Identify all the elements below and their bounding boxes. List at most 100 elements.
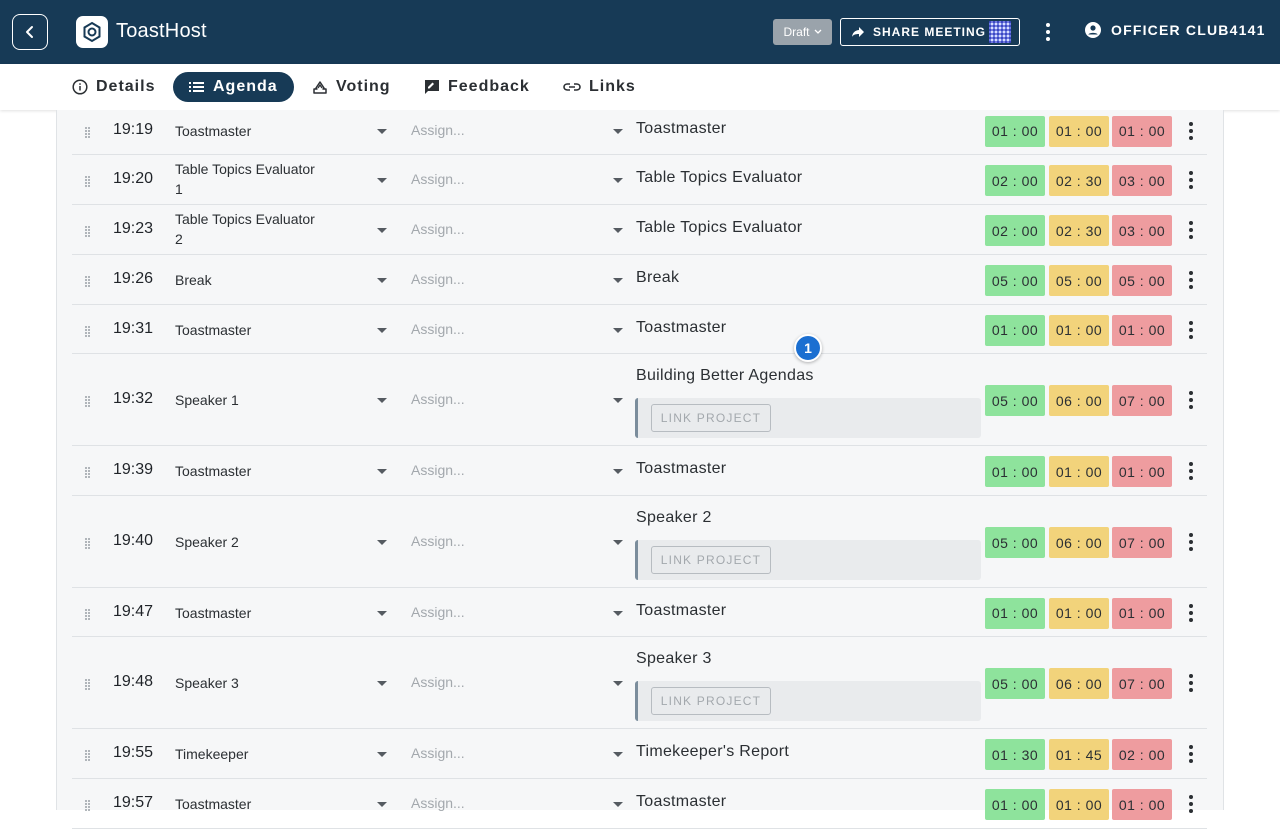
back-button[interactable] (12, 14, 48, 50)
assign-member-select[interactable]: Assign... (411, 321, 465, 337)
drag-handle-icon[interactable] (84, 274, 94, 287)
role-dropdown-arrow-icon[interactable] (377, 398, 387, 403)
link-project-button[interactable]: LINK PROJECT (651, 546, 771, 574)
drag-handle-icon[interactable] (84, 748, 94, 761)
assign-member-select[interactable]: Assign... (411, 604, 465, 620)
drag-handle-icon[interactable] (84, 224, 94, 237)
assign-member-select[interactable]: Assign... (411, 745, 465, 761)
assign-dropdown-arrow-icon[interactable] (613, 128, 623, 134)
row-more-options-icon[interactable] (1186, 320, 1196, 339)
drag-handle-icon[interactable] (84, 677, 94, 690)
role-dropdown-arrow-icon[interactable] (377, 752, 387, 757)
green-time[interactable]: 01 : 00 (985, 789, 1045, 820)
yellow-time[interactable]: 01 : 45 (1049, 739, 1109, 770)
item-title[interactable]: Toastmaster (636, 120, 726, 138)
role-dropdown-arrow-icon[interactable] (377, 128, 387, 134)
drag-handle-icon[interactable] (84, 174, 94, 187)
role-select[interactable]: Toastmaster (175, 461, 325, 481)
row-more-options-icon[interactable] (1186, 271, 1196, 289)
yellow-time[interactable]: 01 : 00 (1049, 314, 1109, 346)
yellow-time[interactable]: 06 : 00 (1049, 527, 1109, 558)
row-more-options-icon[interactable] (1186, 795, 1196, 813)
assign-dropdown-arrow-icon[interactable] (613, 178, 623, 183)
assign-dropdown-arrow-icon[interactable] (613, 228, 623, 233)
assign-dropdown-arrow-icon[interactable] (613, 278, 623, 283)
role-select[interactable]: Timekeeper (175, 744, 325, 764)
role-dropdown-arrow-icon[interactable] (377, 610, 387, 616)
tab-details[interactable]: Details (72, 72, 169, 102)
green-time[interactable]: 01 : 30 (985, 739, 1045, 770)
item-title[interactable]: Toastmaster (636, 460, 726, 478)
drag-handle-icon[interactable] (84, 607, 94, 620)
red-time[interactable]: 03 : 00 (1112, 165, 1172, 196)
drag-handle-icon[interactable] (84, 125, 94, 138)
role-select[interactable]: Break (175, 270, 325, 290)
green-time[interactable]: 05 : 00 (985, 527, 1045, 558)
drag-handle-icon[interactable] (84, 536, 94, 549)
red-time[interactable]: 01 : 00 (1112, 597, 1172, 629)
share-meeting-button[interactable]: SHARE MEETING (840, 18, 1020, 46)
role-dropdown-arrow-icon[interactable] (377, 228, 387, 233)
assign-member-select[interactable]: Assign... (411, 795, 465, 811)
assign-member-select[interactable]: Assign... (411, 271, 465, 287)
yellow-time[interactable]: 05 : 00 (1049, 265, 1109, 296)
role-dropdown-arrow-icon[interactable] (377, 178, 387, 183)
green-time[interactable]: 01 : 00 (985, 314, 1045, 346)
yellow-time[interactable]: 06 : 00 (1049, 668, 1109, 699)
role-select[interactable]: Table Topics Evaluator 2 (175, 209, 325, 249)
assign-member-select[interactable]: Assign... (411, 462, 465, 478)
role-select[interactable]: Toastmaster (175, 603, 325, 623)
yellow-time[interactable]: 06 : 00 (1049, 385, 1109, 416)
role-select[interactable]: Speaker 1 (175, 390, 325, 410)
notification-badge[interactable]: 1 (794, 334, 822, 362)
assign-dropdown-arrow-icon[interactable] (613, 610, 623, 616)
tab-links[interactable]: Links (563, 72, 650, 102)
assign-dropdown-arrow-icon[interactable] (613, 802, 623, 807)
drag-handle-icon[interactable] (84, 465, 94, 478)
green-time[interactable]: 01 : 00 (985, 456, 1045, 487)
item-title[interactable]: Building Better Agendas (636, 367, 814, 385)
role-select[interactable]: Toastmaster (175, 794, 325, 814)
drag-handle-icon[interactable] (84, 324, 94, 337)
yellow-time[interactable]: 01 : 00 (1049, 456, 1109, 487)
green-time[interactable]: 05 : 00 (985, 668, 1045, 699)
red-time[interactable]: 07 : 00 (1112, 527, 1172, 558)
tab-feedback[interactable]: Feedback (424, 72, 544, 102)
role-dropdown-arrow-icon[interactable] (377, 469, 387, 474)
green-time[interactable]: 05 : 00 (985, 265, 1045, 296)
row-more-options-icon[interactable] (1186, 462, 1196, 480)
tab-agenda[interactable]: Agenda (173, 72, 294, 102)
green-time[interactable]: 01 : 00 (985, 115, 1045, 147)
assign-member-select[interactable]: Assign... (411, 533, 465, 549)
red-time[interactable]: 02 : 00 (1112, 739, 1172, 770)
role-dropdown-arrow-icon[interactable] (377, 802, 387, 807)
assign-member-select[interactable]: Assign... (411, 221, 465, 237)
role-select[interactable]: Speaker 3 (175, 673, 325, 693)
row-more-options-icon[interactable] (1186, 533, 1196, 551)
green-time[interactable]: 02 : 00 (985, 165, 1045, 196)
item-title[interactable]: Speaker 2 (636, 509, 712, 527)
item-title[interactable]: Table Topics Evaluator (636, 169, 802, 187)
green-time[interactable]: 05 : 00 (985, 385, 1045, 416)
more-options-button[interactable] (1038, 20, 1058, 44)
red-time[interactable]: 05 : 00 (1112, 265, 1172, 296)
status-select[interactable]: Draft (773, 19, 832, 45)
row-more-options-icon[interactable] (1186, 121, 1196, 140)
yellow-time[interactable]: 02 : 30 (1049, 165, 1109, 196)
row-more-options-icon[interactable] (1186, 391, 1196, 409)
link-project-button[interactable]: LINK PROJECT (651, 404, 771, 432)
tab-voting[interactable]: Voting (312, 72, 405, 102)
yellow-time[interactable]: 01 : 00 (1049, 789, 1109, 820)
role-dropdown-arrow-icon[interactable] (377, 278, 387, 283)
assign-member-select[interactable]: Assign... (411, 122, 465, 138)
role-select[interactable]: Toastmaster (175, 121, 325, 141)
row-more-options-icon[interactable] (1186, 221, 1196, 239)
assign-member-select[interactable]: Assign... (411, 674, 465, 690)
role-dropdown-arrow-icon[interactable] (377, 540, 387, 545)
item-title[interactable]: Toastmaster (636, 793, 726, 811)
item-title[interactable]: Toastmaster (636, 602, 726, 620)
assign-dropdown-arrow-icon[interactable] (613, 469, 623, 474)
red-time[interactable]: 01 : 00 (1112, 115, 1172, 147)
item-title[interactable]: Timekeeper's Report (636, 743, 789, 761)
role-select[interactable]: Table Topics Evaluator 1 (175, 159, 325, 199)
